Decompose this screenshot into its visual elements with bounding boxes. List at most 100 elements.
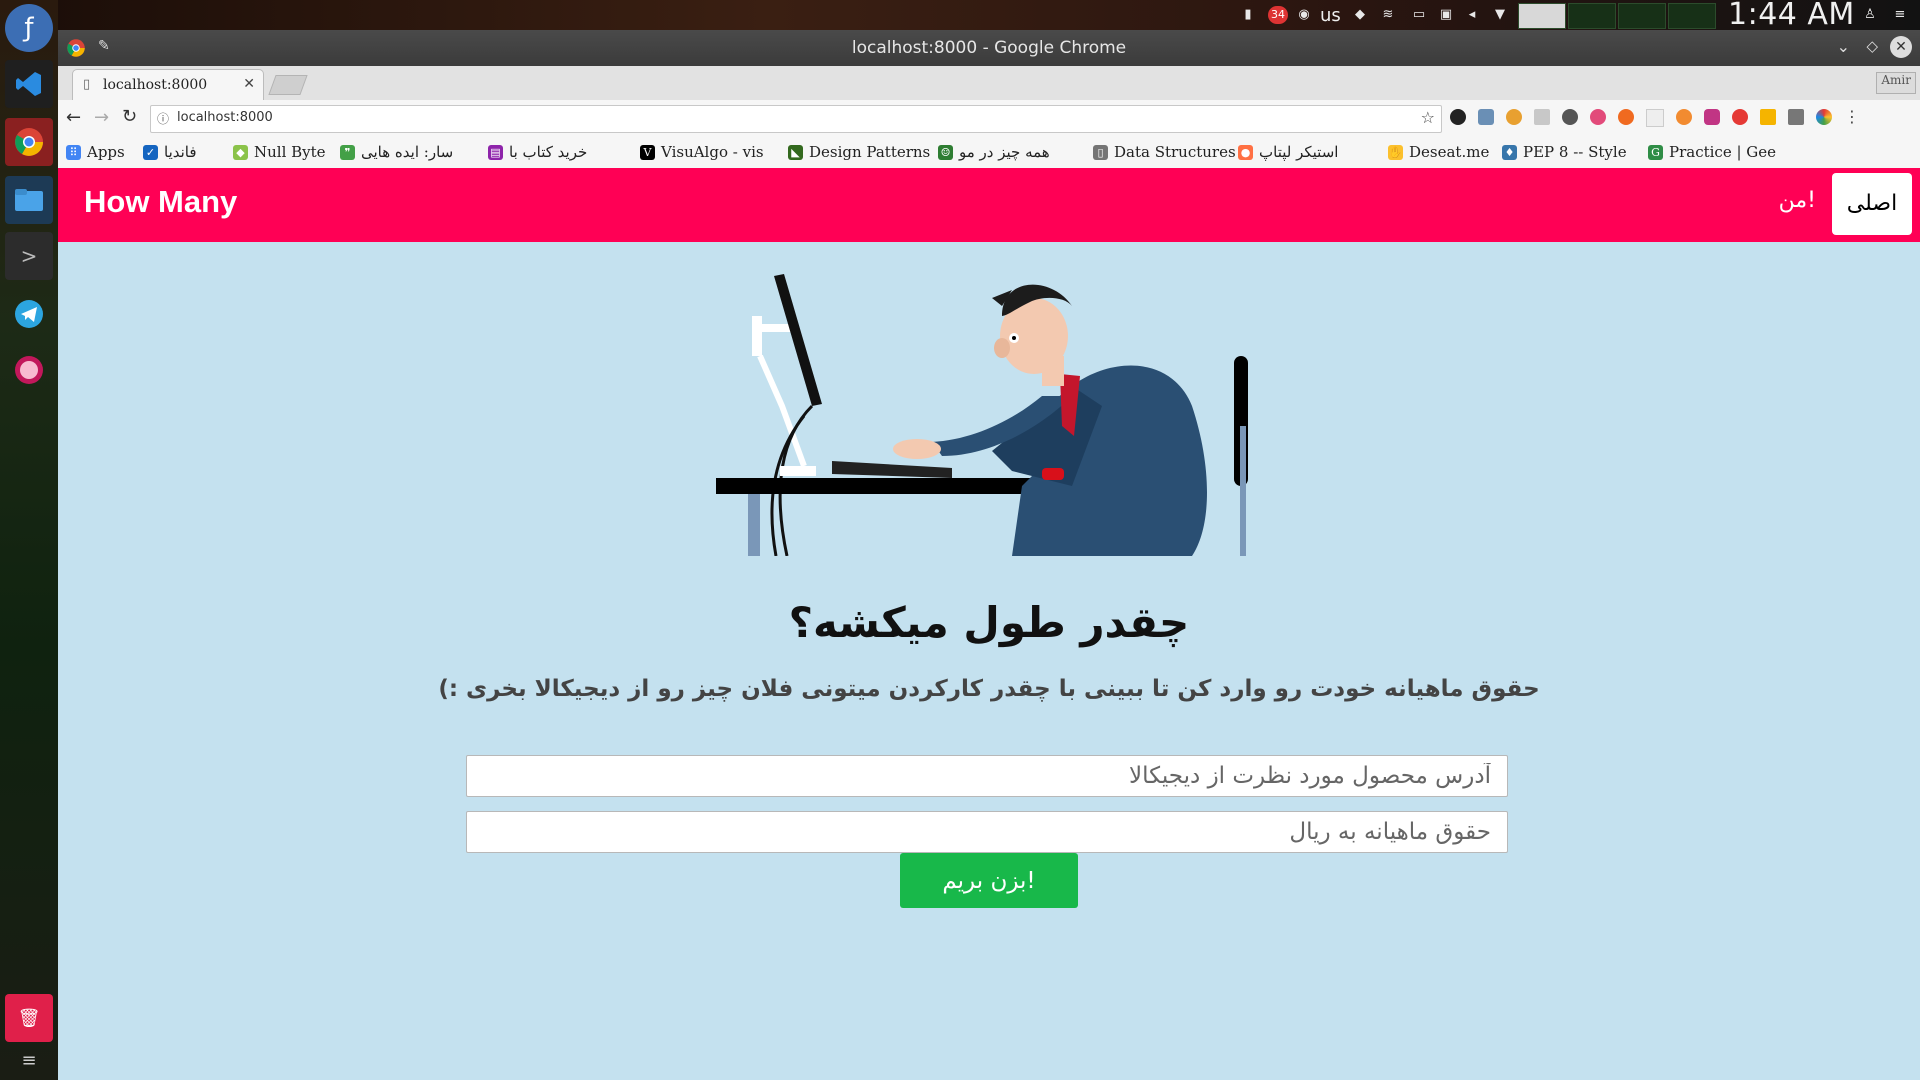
extension-3-icon[interactable] xyxy=(1506,109,1522,125)
keyboard-layout-indicator[interactable]: us xyxy=(1320,5,1341,26)
site-brand[interactable]: How Many xyxy=(84,184,237,220)
maximize-diamond-icon[interactable]: ◇ xyxy=(1866,37,1878,55)
application-dock: ƒ > 🗑 ≡ xyxy=(0,0,58,1080)
hand-icon: ✋ xyxy=(1388,144,1403,160)
extension-5-icon[interactable] xyxy=(1562,109,1578,125)
dropdown-triangle-icon[interactable]: ▼ xyxy=(1492,7,1508,23)
notification-badge[interactable]: 34 xyxy=(1268,6,1288,24)
telegram-icon[interactable] xyxy=(5,290,53,338)
window-title: localhost:8000 - Google Chrome xyxy=(851,38,1127,58)
battery-icon[interactable]: ▭ xyxy=(1408,7,1430,23)
doc-icon: ▯ xyxy=(1093,144,1108,160)
shield-tray-icon[interactable]: ◆ xyxy=(1352,7,1368,23)
clock[interactable]: 1:44 AM xyxy=(1728,0,1855,30)
book-icon: ▤ xyxy=(488,144,503,160)
terminal-icon[interactable]: > xyxy=(5,232,53,280)
page-description: حقوق ماهیانه خودت رو وارد کن تا ببینی با… xyxy=(438,676,1540,702)
bookmark-fandia[interactable]: ✓ فانديا xyxy=(143,143,197,161)
gfg-icon: G xyxy=(1648,144,1663,160)
bookmarks-bar: ⠿ Apps ✓ فانديا ◆ Null Byte ❞ سار: ایده هایی… xyxy=(58,138,1920,169)
tab-title: localhost:8000 xyxy=(103,77,208,93)
nav-me-link[interactable]: من! xyxy=(1779,188,1816,213)
bookmark-hame-chiz[interactable]: ☺ همه چیز در مو xyxy=(938,143,1050,161)
chrome-menu-icon[interactable]: ⋮ xyxy=(1844,109,1860,125)
extension-2-icon[interactable] xyxy=(1478,109,1494,125)
tab-close-icon[interactable]: ✕ xyxy=(243,76,255,92)
files-icon[interactable] xyxy=(5,176,53,224)
tired-worker-illustration xyxy=(716,274,1248,556)
bookmark-deseat[interactable]: ✋ Deseat.me xyxy=(1388,143,1489,161)
product-url-input[interactable] xyxy=(466,755,1508,797)
calendar-icon[interactable] xyxy=(1760,109,1776,125)
user-icon[interactable]: ♙ xyxy=(1862,7,1878,23)
minimize-chevron-icon[interactable]: ⌄ xyxy=(1837,37,1850,56)
extension-8-icon[interactable] xyxy=(1646,109,1664,127)
bookmark-design-patterns[interactable]: ◣ Design Patterns xyxy=(788,143,930,161)
bookmark-practice[interactable]: G Practice | Gee xyxy=(1648,143,1776,161)
bookmark-check-icon: ✓ xyxy=(143,144,158,160)
bookmark-visualgo[interactable]: V VisuAlgo - vis xyxy=(640,143,764,161)
vscode-icon[interactable] xyxy=(5,60,53,108)
close-window-icon[interactable]: ✕ xyxy=(1890,36,1912,58)
profile-button[interactable]: Amir xyxy=(1876,72,1916,94)
visualgo-icon: V xyxy=(640,144,655,160)
new-tab-button[interactable] xyxy=(268,75,308,95)
nav-home-link[interactable]: اصلی xyxy=(1832,173,1912,235)
forward-arrow-icon[interactable]: → xyxy=(94,107,109,128)
bookmark-data-structures[interactable]: ▯ Data Structures xyxy=(1093,143,1236,161)
system-top-panel: ▮ 34 ◉ us ◆ ≋ ▭ ▣ ◂ ▼ 1:44 AM ♙ ≡ xyxy=(0,0,1920,30)
extension-9-icon[interactable] xyxy=(1676,109,1692,125)
browser-toolbar: ← → ↻ ⓘ localhost:8000 ☆ ⋮ xyxy=(58,100,1920,138)
extension-7-icon[interactable] xyxy=(1618,109,1634,125)
workspace-2[interactable] xyxy=(1568,3,1616,29)
site-navbar: How Many اصلی من! xyxy=(58,168,1920,242)
sticker-icon: ● xyxy=(1238,144,1253,160)
apps-grid-icon: ⠿ xyxy=(66,144,81,160)
page-headline: چقدر طول میکشه؟ xyxy=(788,598,1190,647)
volume-icon[interactable]: ◂ xyxy=(1464,7,1480,23)
url-text[interactable]: localhost:8000 xyxy=(177,110,273,125)
bookmark-sticker[interactable]: ● استیکر لپتاپ xyxy=(1238,143,1338,161)
pinta-icon[interactable] xyxy=(5,346,53,394)
salary-input[interactable] xyxy=(466,811,1508,853)
bookmark-book[interactable]: ▤ خرید کتاب با xyxy=(488,143,587,161)
clipboard-icon[interactable]: ▣ xyxy=(1438,7,1454,23)
wifi-icon[interactable]: ≋ xyxy=(1380,7,1396,23)
alien-icon: ☺ xyxy=(938,144,953,160)
bookmark-pep8[interactable]: ♦ PEP 8 -- Style xyxy=(1502,143,1627,161)
quote-icon: ❞ xyxy=(340,144,355,160)
tab-localhost[interactable]: ▯ localhost:8000 ✕ xyxy=(72,69,264,101)
vpn-tray-icon[interactable]: ◉ xyxy=(1296,7,1312,23)
instagram-icon[interactable] xyxy=(1704,109,1720,125)
tab-strip: ▯ localhost:8000 ✕ Amir xyxy=(58,66,1920,101)
bookmark-sar[interactable]: ❞ سار: ایده هایی xyxy=(340,143,453,161)
menu-lines-icon[interactable]: ≡ xyxy=(1892,7,1908,23)
color-icon[interactable] xyxy=(1816,109,1832,125)
page-doc-icon: ▯ xyxy=(83,77,91,92)
bookmark-apps[interactable]: ⠿ Apps xyxy=(66,143,125,161)
eyedropper-icon[interactable] xyxy=(1788,109,1804,125)
fedora-logo-icon[interactable]: ƒ xyxy=(5,4,53,52)
extension-11-icon[interactable] xyxy=(1732,109,1748,125)
workspace-4[interactable] xyxy=(1668,3,1716,29)
trash-icon[interactable]: 🗑 xyxy=(5,994,53,1042)
extension-6-icon[interactable] xyxy=(1590,109,1606,125)
book-tray-icon[interactable]: ▮ xyxy=(1240,7,1256,23)
extension-4-icon[interactable] xyxy=(1534,109,1550,125)
design-icon: ◣ xyxy=(788,144,803,160)
extension-1-icon[interactable] xyxy=(1450,109,1466,125)
workspace-1[interactable] xyxy=(1518,3,1566,29)
bookmark-star-icon[interactable]: ☆ xyxy=(1421,108,1435,127)
back-arrow-icon[interactable]: ← xyxy=(66,107,81,128)
bookmark-nullbyte[interactable]: ◆ Null Byte xyxy=(233,143,326,161)
info-icon[interactable]: ⓘ xyxy=(157,110,169,127)
chrome-icon[interactable] xyxy=(5,118,53,166)
menu-icon[interactable]: ≡ xyxy=(5,1046,53,1074)
submit-button[interactable]: بزن بریم! xyxy=(900,853,1078,908)
reload-icon[interactable]: ↻ xyxy=(122,106,137,127)
window-titlebar: ✎ localhost:8000 - Google Chrome ⌄ ◇ ✕ xyxy=(58,30,1920,66)
python-icon: ♦ xyxy=(1502,144,1517,160)
address-bar[interactable]: ⓘ localhost:8000 ☆ xyxy=(150,105,1442,133)
workspace-3[interactable] xyxy=(1618,3,1666,29)
nullbyte-icon: ◆ xyxy=(233,144,248,160)
